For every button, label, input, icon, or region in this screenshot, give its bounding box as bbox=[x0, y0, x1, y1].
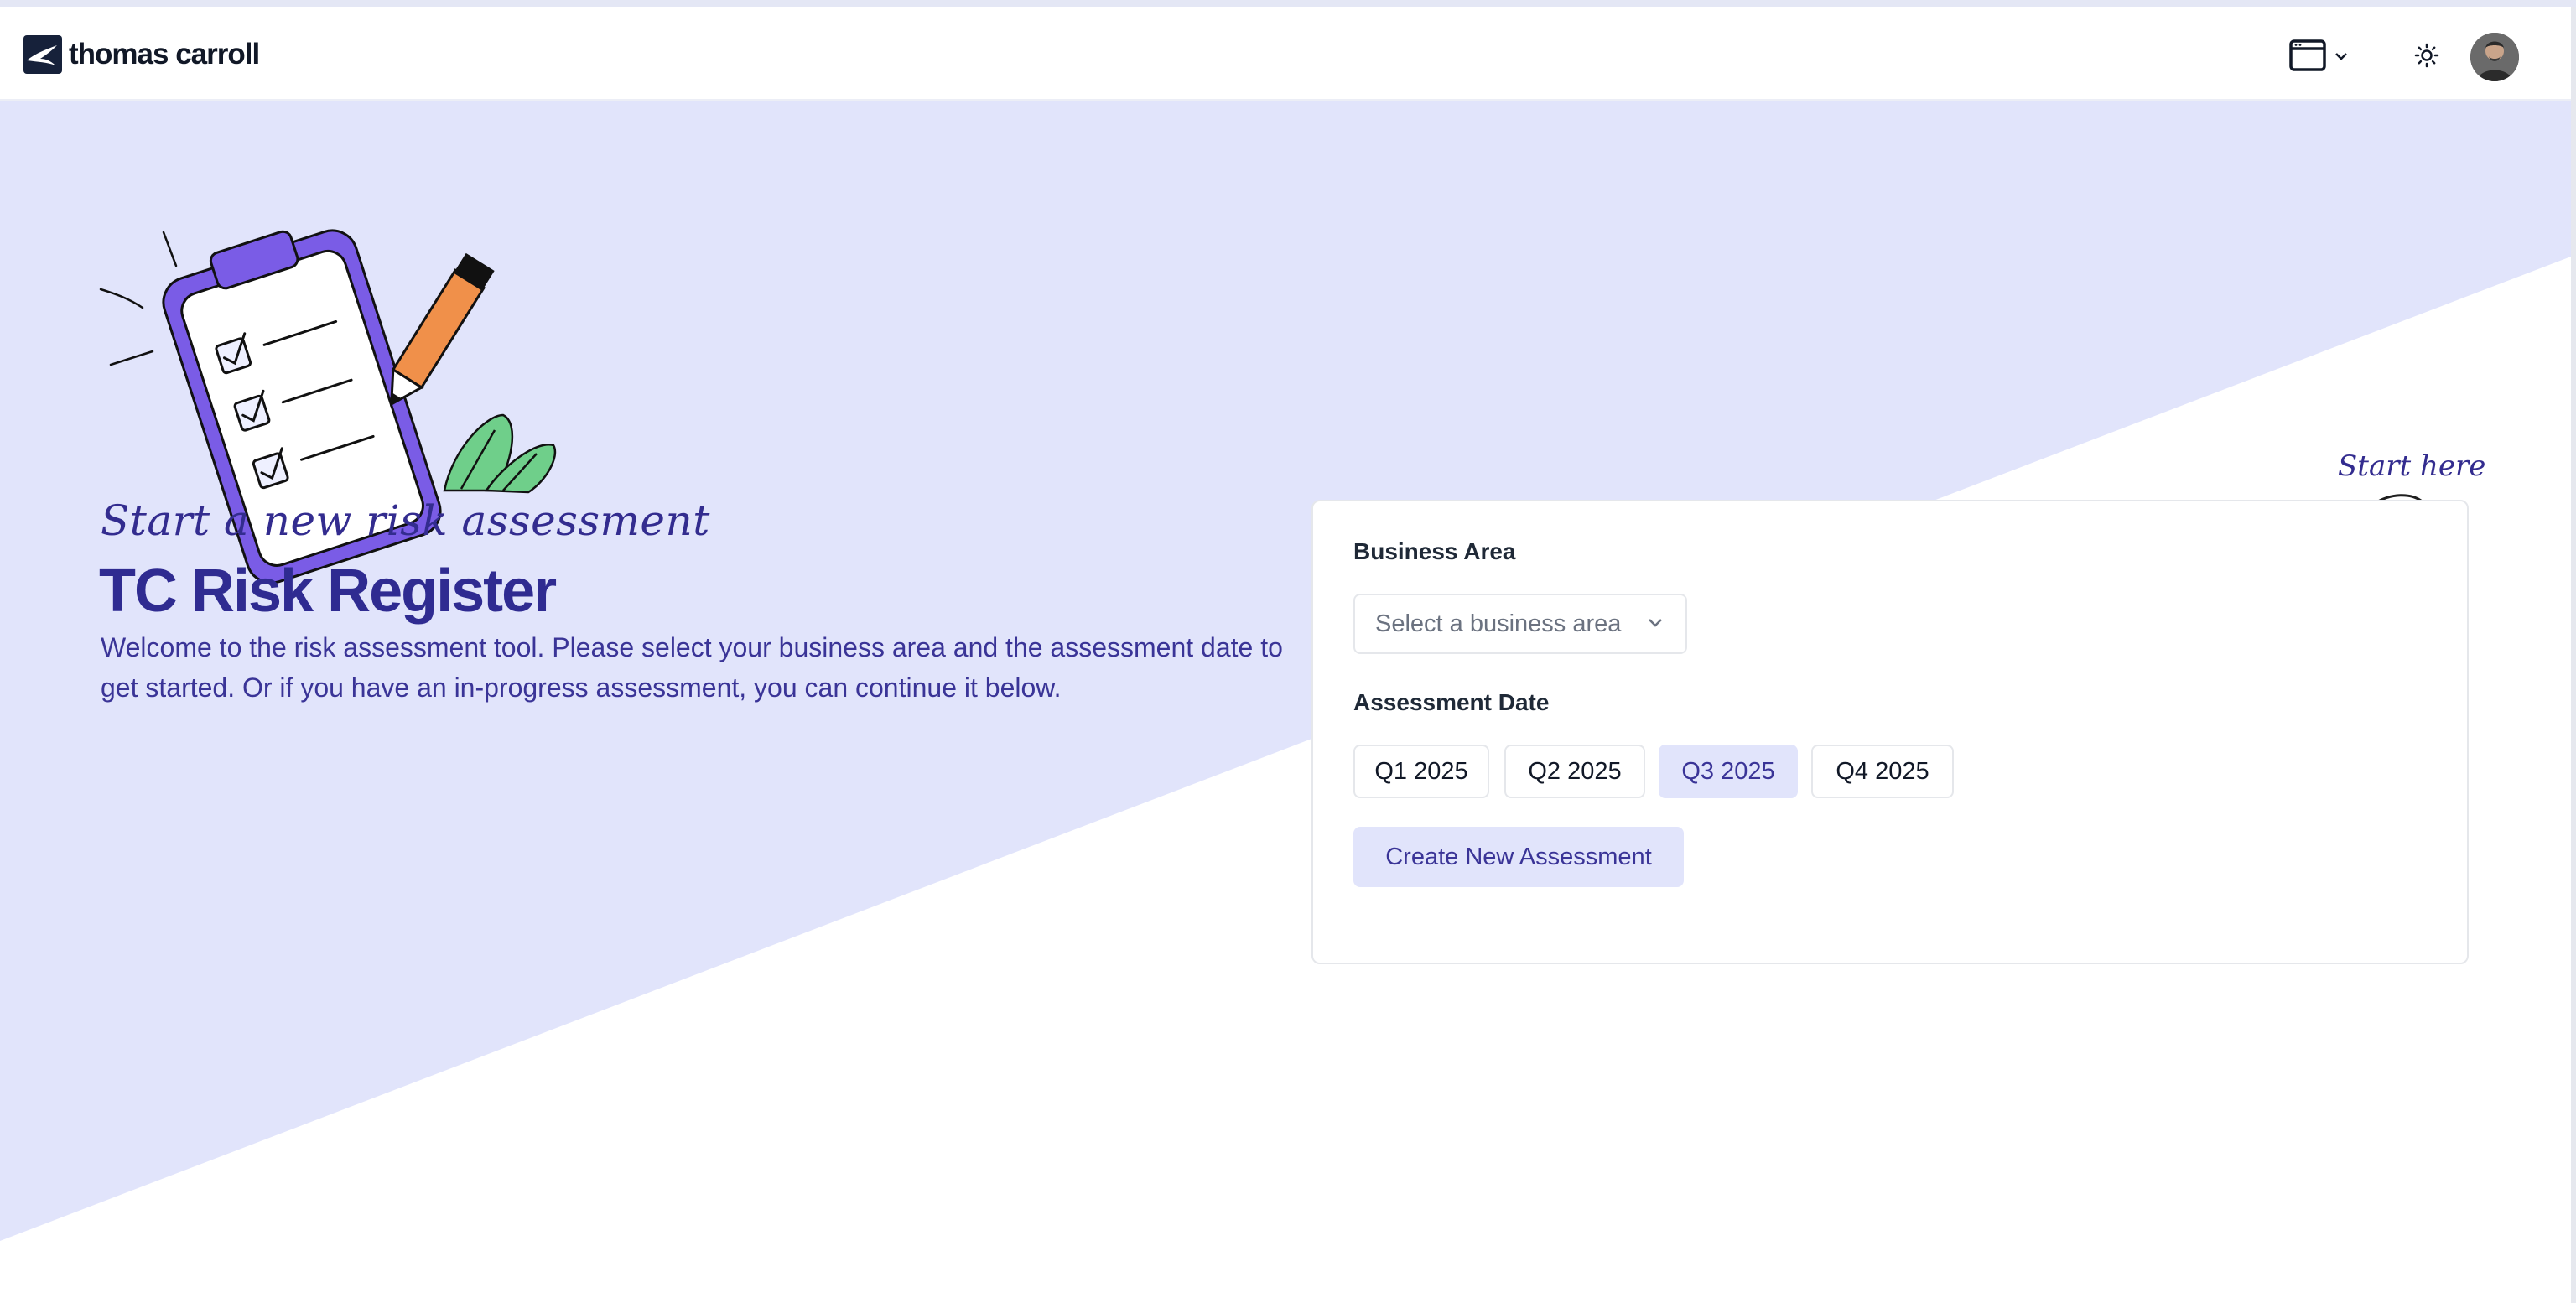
theme-toggle-button[interactable] bbox=[2400, 30, 2454, 84]
business-area-label: Business Area bbox=[1353, 538, 1516, 564]
browser-window-icon bbox=[2289, 39, 2326, 75]
business-area-placeholder: Select a business area bbox=[1375, 610, 1622, 637]
user-avatar[interactable] bbox=[2470, 33, 2519, 81]
scrollbar[interactable] bbox=[2571, 7, 2576, 1303]
hero-kicker: Start a new risk assessment bbox=[101, 496, 710, 545]
quarter-q2-button[interactable]: Q2 2025 bbox=[1504, 745, 1645, 798]
browser-menu-button[interactable] bbox=[2281, 30, 2356, 84]
sun-icon bbox=[2414, 43, 2439, 72]
chevron-down-icon bbox=[2334, 49, 2348, 65]
new-assessment-card: Business Area Select a business area Ass… bbox=[1311, 500, 2469, 964]
quarter-q3-button[interactable]: Q3 2025 bbox=[1659, 745, 1798, 798]
app-header: thomas carroll bbox=[0, 7, 2571, 101]
hero-section: Start a new risk assessment TC Risk Regi… bbox=[0, 101, 2571, 1303]
create-assessment-button[interactable]: Create New Assessment bbox=[1353, 827, 1684, 887]
quarter-q1-button[interactable]: Q1 2025 bbox=[1353, 745, 1489, 798]
clipboard-checklist-illustration bbox=[99, 229, 556, 584]
chevron-down-icon bbox=[1647, 617, 1664, 633]
bird-logo-icon bbox=[23, 35, 62, 74]
assessment-date-label: Assessment Date bbox=[1353, 689, 1550, 715]
intro-text: Welcome to the risk assessment tool. Ple… bbox=[101, 632, 1283, 703]
start-here-callout: Start here bbox=[2338, 449, 2486, 483]
quarter-q4-button[interactable]: Q4 2025 bbox=[1811, 745, 1954, 798]
top-border bbox=[0, 0, 2576, 7]
brand-name: thomas carroll bbox=[69, 38, 260, 70]
page-title: TC Risk Register bbox=[99, 558, 557, 625]
brand[interactable]: thomas carroll bbox=[23, 34, 260, 75]
business-area-select[interactable]: Select a business area bbox=[1353, 594, 1687, 654]
